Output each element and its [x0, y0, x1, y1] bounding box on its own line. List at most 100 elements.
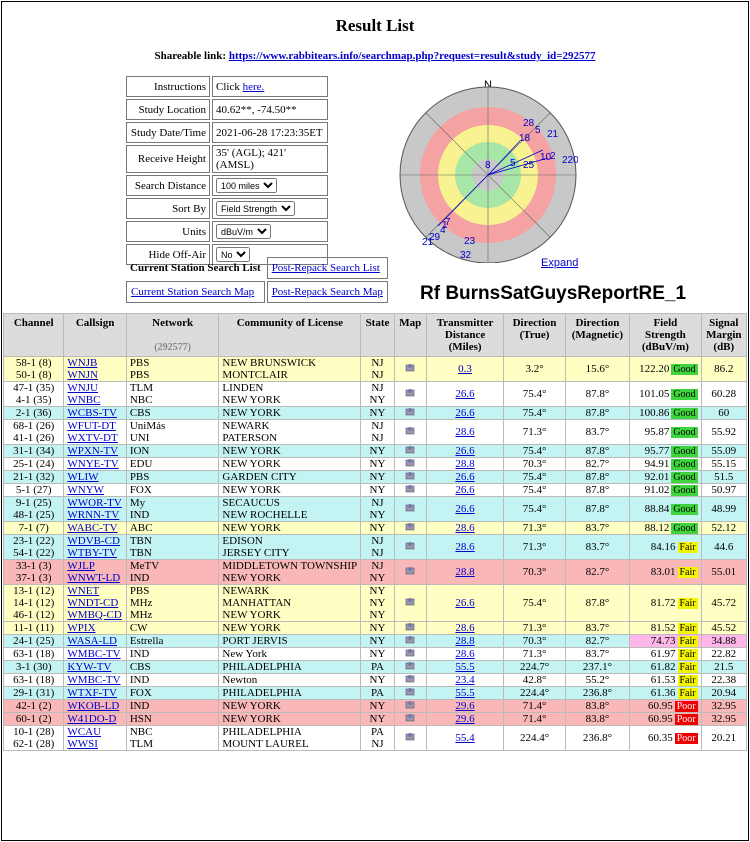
- callsign-link[interactable]: WLIW: [67, 471, 98, 483]
- cell-map[interactable]: [393, 457, 427, 471]
- cell-map[interactable]: [393, 406, 427, 420]
- distance-link[interactable]: 0.3: [458, 363, 472, 375]
- cell-map[interactable]: [393, 381, 427, 407]
- radar-station-label[interactable]: 32: [460, 250, 472, 261]
- param-select[interactable]: 100 miles: [216, 178, 277, 193]
- col-state[interactable]: State: [360, 313, 395, 357]
- map-icon[interactable]: [405, 445, 415, 457]
- cell-map[interactable]: [393, 725, 427, 751]
- callsign-link[interactable]: WTBY-TV: [67, 547, 117, 559]
- distance-link[interactable]: 26.6: [455, 503, 474, 515]
- callsign-link[interactable]: WDVB-CD: [67, 535, 120, 547]
- cell-map[interactable]: [393, 686, 427, 700]
- param-select[interactable]: dBuV/m: [216, 224, 271, 239]
- map-icon[interactable]: [405, 503, 415, 515]
- distance-link[interactable]: 28.6: [455, 522, 474, 534]
- callsign-link[interactable]: WRNN-TV: [67, 509, 119, 521]
- distance-link[interactable]: 26.6: [455, 388, 474, 400]
- map-icon[interactable]: [405, 674, 415, 686]
- callsign-link[interactable]: WMBC-TV: [67, 674, 120, 686]
- map-icon[interactable]: [405, 700, 415, 712]
- cell-map[interactable]: [393, 647, 427, 661]
- col-signal-margin[interactable]: Signal Margin (dB): [700, 313, 748, 357]
- distance-link[interactable]: 23.4: [455, 674, 474, 686]
- distance-link[interactable]: 26.6: [455, 407, 474, 419]
- map-icon[interactable]: [405, 566, 415, 578]
- map-icon[interactable]: [405, 522, 415, 534]
- cell-map[interactable]: [393, 521, 427, 535]
- map-icon[interactable]: [405, 458, 415, 470]
- radar-station-label[interactable]: 1: [442, 220, 448, 231]
- callsign-link[interactable]: WJLP: [67, 560, 95, 572]
- col-channel[interactable]: Channel: [2, 313, 65, 357]
- radar-station-label[interactable]: 21: [422, 237, 434, 248]
- callsign-link[interactable]: WNET: [67, 585, 99, 597]
- distance-link[interactable]: 26.6: [455, 471, 474, 483]
- cell-map[interactable]: [393, 356, 427, 382]
- radar-station-label[interactable]: 28: [523, 118, 535, 129]
- map-icon[interactable]: [405, 622, 415, 634]
- callsign-link[interactable]: W41DO-D: [67, 713, 116, 725]
- radar-station-label[interactable]: 5: [535, 125, 541, 136]
- callsign-link[interactable]: WNYW: [67, 484, 104, 496]
- cell-map[interactable]: [393, 660, 427, 674]
- map-icon[interactable]: [405, 471, 415, 483]
- distance-link[interactable]: 29.6: [455, 713, 474, 725]
- cell-map[interactable]: [393, 634, 427, 648]
- cell-map[interactable]: [393, 419, 427, 445]
- map-icon[interactable]: [405, 484, 415, 496]
- callsign-link[interactable]: WNDT-CD: [67, 597, 118, 609]
- map-icon[interactable]: [405, 648, 415, 660]
- col-distance[interactable]: Transmitter Distance (Miles): [425, 313, 505, 357]
- callsign-link[interactable]: WXTV-DT: [67, 432, 117, 444]
- callsign-link[interactable]: WWOR-TV: [67, 497, 121, 509]
- col-community[interactable]: Community of License: [218, 313, 362, 357]
- distance-link[interactable]: 28.6: [455, 426, 474, 438]
- map-icon[interactable]: [405, 363, 415, 375]
- cell-map[interactable]: [393, 444, 427, 458]
- param-select[interactable]: Field Strength: [216, 201, 295, 216]
- callsign-link[interactable]: KYW-TV: [67, 661, 111, 673]
- radar-station-label[interactable]: 10: [540, 152, 552, 163]
- map-icon[interactable]: [405, 635, 415, 647]
- distance-link[interactable]: 26.6: [455, 484, 474, 496]
- cell-map[interactable]: [393, 673, 427, 687]
- cell-map[interactable]: [393, 496, 427, 522]
- instructions-link[interactable]: here.: [243, 81, 265, 93]
- param-value[interactable]: dBuV/m: [212, 221, 328, 242]
- distance-link[interactable]: 28.6: [455, 622, 474, 634]
- radar-station-label[interactable]: 5: [510, 158, 516, 169]
- radar-station-label[interactable]: 23: [464, 236, 476, 247]
- cell-map[interactable]: [393, 621, 427, 635]
- radar-station-label[interactable]: 21: [547, 129, 559, 140]
- map-icon[interactable]: [405, 407, 415, 419]
- callsign-link[interactable]: WNJN: [67, 369, 98, 381]
- radar-station-label[interactable]: 25: [523, 160, 535, 171]
- distance-link[interactable]: 55.5: [455, 661, 474, 673]
- param-value[interactable]: 100 miles: [212, 175, 328, 196]
- distance-link[interactable]: 55.5: [455, 687, 474, 699]
- cell-map[interactable]: [393, 712, 427, 726]
- callsign-link[interactable]: WNWT-LD: [67, 572, 120, 584]
- map-icon[interactable]: [405, 687, 415, 699]
- callsign-link[interactable]: WPIX: [67, 622, 95, 634]
- signal-radar-map[interactable]: N 285 2118210 2208 5 2572921412332: [398, 78, 578, 263]
- callsign-link[interactable]: WNYE-TV: [67, 458, 118, 470]
- callsign-link[interactable]: WCAU: [67, 726, 101, 738]
- map-icon[interactable]: [405, 597, 415, 609]
- distance-link[interactable]: 28.8: [455, 566, 474, 578]
- callsign-link[interactable]: WMBC-TV: [67, 648, 120, 660]
- callsign-link[interactable]: WPXN-TV: [67, 445, 118, 457]
- radar-station-label[interactable]: 220: [562, 155, 578, 166]
- callsign-link[interactable]: WNBC: [67, 394, 100, 406]
- distance-link[interactable]: 29.6: [455, 700, 474, 712]
- cell-map[interactable]: [393, 584, 427, 622]
- current-station-map-link[interactable]: Current Station Search Map: [131, 286, 254, 298]
- post-repack-map-link[interactable]: Post-Repack Search Map: [272, 286, 383, 298]
- callsign-link[interactable]: WABC-TV: [67, 522, 117, 534]
- callsign-link[interactable]: WNJU: [67, 382, 98, 394]
- callsign-link[interactable]: WKOB-LD: [67, 700, 119, 712]
- radar-station-label[interactable]: 18: [519, 133, 531, 144]
- distance-link[interactable]: 55.4: [455, 732, 474, 744]
- param-value[interactable]: Field Strength: [212, 198, 328, 219]
